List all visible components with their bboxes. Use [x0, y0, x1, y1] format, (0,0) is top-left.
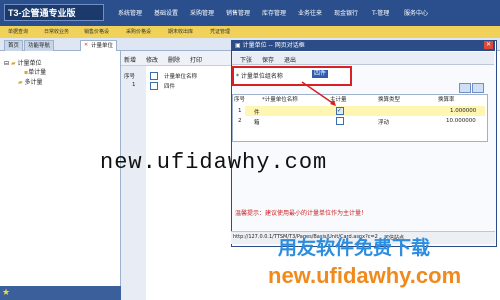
delete-row-icon[interactable] — [472, 83, 484, 93]
arrow-icon — [301, 81, 336, 106]
grid-row-rate[interactable]: 1.000000 — [450, 108, 476, 114]
tree-pane — [0, 51, 121, 300]
menu-system[interactable]: 系统管理 — [118, 8, 142, 17]
watermark-center: new.ufidawhy.com — [100, 150, 328, 175]
insert-row-icon[interactable] — [459, 83, 471, 93]
col-header-unit-name: *计量单位名称 — [262, 97, 298, 103]
left-status-bar — [0, 286, 121, 300]
star-icon[interactable]: ★ — [2, 288, 10, 298]
grid-row-name[interactable]: 箱 — [254, 118, 260, 126]
window-icon: ▣ — [235, 42, 241, 49]
close-icon[interactable]: ✕ — [84, 42, 91, 49]
dialog-title-bar: ▣ 计量单位 -- 网页对话框 — [231, 40, 495, 51]
folder-icon: ▰ — [18, 79, 23, 86]
tree-item-label: 多计量 — [24, 79, 43, 86]
toolbar-item[interactable]: 销售价格设 — [84, 28, 109, 35]
toolbar-item[interactable]: 单据查询 — [8, 28, 28, 35]
grid-row-rate[interactable]: 10.000000 — [446, 118, 476, 124]
exit-button[interactable]: 退出 — [284, 55, 296, 64]
col-header-type: 换算类型 — [378, 97, 401, 103]
toolbar-item[interactable]: 采购价格设 — [126, 28, 151, 35]
save-button[interactable]: 保存 — [262, 55, 274, 64]
dialog-title: 计量单位 -- 网页对话框 — [242, 42, 305, 49]
main-unit-checkbox[interactable] — [336, 117, 344, 127]
grid-row-selected — [245, 106, 485, 116]
row-gutter — [121, 65, 146, 300]
menu-t-manage[interactable]: T-管理 — [372, 8, 389, 17]
grid-row-index: 1 — [238, 108, 242, 114]
menu-purchase[interactable]: 采购管理 — [190, 8, 214, 17]
menu-service[interactable]: 服务中心 — [404, 8, 428, 17]
grid-row-type[interactable]: 浮动 — [378, 118, 389, 126]
tab-home[interactable]: 首页 — [4, 40, 24, 51]
col-header-index: 序号 — [124, 74, 136, 80]
checkbox[interactable] — [150, 72, 158, 82]
close-icon[interactable]: ✕ — [484, 41, 493, 49]
tree-root-label: 计量单位 — [17, 60, 42, 67]
collapse-icon[interactable]: ⊟ — [4, 60, 9, 67]
list-row-name[interactable]: 四件 — [164, 82, 175, 90]
col-header-index: 序号 — [234, 97, 246, 103]
folder-icon: ▰ — [10, 60, 16, 67]
col-header-rate: 换算率 — [438, 97, 455, 103]
watermark-url: new.ufidawhy.com — [268, 263, 462, 288]
grid-row-index: 2 — [238, 118, 242, 124]
edit-button[interactable]: 修改 — [146, 55, 158, 64]
print-button[interactable]: 打印 — [190, 55, 202, 64]
tab-nav[interactable]: 功能导航 — [24, 40, 55, 51]
add-button[interactable]: 新增 — [124, 55, 136, 64]
group-name-label: * 计量单位组名称 — [236, 73, 283, 80]
tab-unit-label: 计量单位 — [91, 43, 114, 49]
tab-unit[interactable]: ✕ 计量单位 — [80, 40, 118, 51]
tree-root[interactable]: ⊟ ▰ 计量单位 — [4, 58, 42, 67]
toolbar-item[interactable]: 日常收业务 — [44, 28, 69, 35]
menu-stock[interactable]: 库存管理 — [262, 8, 286, 17]
toolbar-item[interactable]: 凭证管理 — [210, 28, 230, 35]
next-button[interactable]: 下张 — [240, 55, 252, 64]
list-row-index: 1 — [132, 82, 136, 88]
toolbar-item[interactable]: 期末收出库 — [168, 28, 193, 35]
col-header-name: 计量单位名称 — [164, 74, 198, 80]
menu-cash[interactable]: 现金银行 — [334, 8, 358, 17]
checkbox[interactable] — [150, 82, 158, 92]
watermark-zh: 用友软件免费下载 — [278, 237, 431, 259]
tree-item-multi[interactable]: ▰ 多计量 — [18, 77, 43, 86]
menu-sales[interactable]: 销售管理 — [226, 8, 250, 17]
grid-row-name[interactable]: 件 — [254, 108, 260, 116]
tree-item-label: 单计量 — [28, 69, 47, 76]
tree-item-single[interactable]: ▪单计量 — [24, 67, 46, 76]
warning-text: 温馨提示：建议使用最小的计量单位作为主计量！ — [235, 210, 368, 217]
menu-business[interactable]: 业务往来 — [298, 8, 322, 17]
delete-button[interactable]: 删除 — [168, 55, 180, 64]
menu-basic[interactable]: 基础设置 — [154, 8, 178, 17]
app-logo: T3-企管通专业版 — [4, 4, 104, 21]
group-name-field[interactable]: 四件 — [312, 70, 329, 78]
